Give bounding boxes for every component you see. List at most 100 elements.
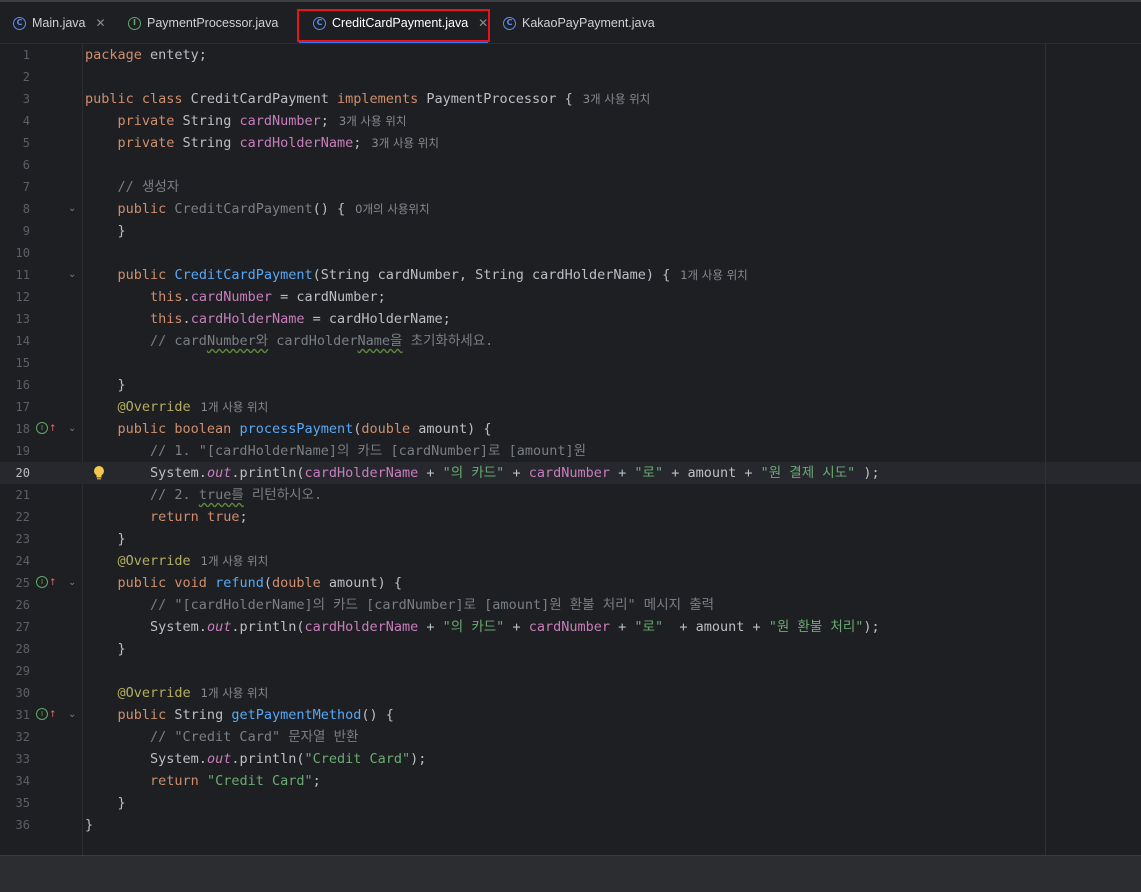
- keyword: public class: [85, 91, 183, 107]
- line-number[interactable]: 33: [0, 748, 30, 770]
- fold-chevron-icon[interactable]: ⌄: [68, 704, 76, 726]
- code-text: }: [117, 641, 126, 657]
- line-number[interactable]: 21: [0, 484, 30, 506]
- comment: cardHolder: [268, 333, 358, 349]
- comment: // card: [150, 333, 207, 349]
- right-margin-guide: [1045, 44, 1046, 855]
- line-number[interactable]: 3: [0, 88, 30, 110]
- line-number[interactable]: 17: [0, 396, 30, 418]
- code-text: );: [410, 751, 427, 767]
- line-number[interactable]: 20: [0, 462, 30, 484]
- line-number[interactable]: 34: [0, 770, 30, 792]
- line-number[interactable]: 35: [0, 792, 30, 814]
- code-text: .: [182, 311, 191, 327]
- usage-hint[interactable]: 1개 사용 위치: [201, 554, 269, 568]
- line-number[interactable]: 16: [0, 374, 30, 396]
- method-name: CreditCardPayment: [174, 267, 313, 283]
- code-text: }: [117, 377, 126, 393]
- code-text: + amount +: [663, 465, 761, 481]
- code-line-34: return "Credit Card";: [85, 770, 321, 792]
- line-number[interactable]: 9: [0, 220, 30, 242]
- line-number[interactable]: 30: [0, 682, 30, 704]
- line-number[interactable]: 13: [0, 308, 30, 330]
- usage-hint[interactable]: 3개 사용 위치: [371, 136, 439, 150]
- code-text: +: [504, 465, 529, 481]
- class-icon: C: [313, 16, 326, 30]
- line-number[interactable]: 5: [0, 132, 30, 154]
- fold-chevron-icon[interactable]: ⌄: [68, 418, 76, 440]
- code-text: (String cardNumber, String cardHolderNam…: [312, 267, 671, 283]
- typo-underlined: Name을: [357, 333, 403, 349]
- line-number[interactable]: 12: [0, 286, 30, 308]
- line-number[interactable]: 4: [0, 110, 30, 132]
- line-number[interactable]: 27: [0, 616, 30, 638]
- line-number[interactable]: 2: [0, 66, 30, 88]
- usage-hint[interactable]: 3개 사용 위치: [583, 92, 651, 106]
- close-icon[interactable]: ✕: [96, 16, 106, 30]
- code-text: = cardHolderName;: [304, 311, 451, 327]
- line-number[interactable]: 29: [0, 660, 30, 682]
- field: cardNumber: [528, 465, 610, 481]
- code-text: .println(: [231, 465, 305, 481]
- line-number[interactable]: 31: [0, 704, 30, 726]
- code-line-21: // 2. true를 리턴하시오.: [85, 484, 322, 506]
- keyword: this: [150, 311, 183, 327]
- line-number[interactable]: 32: [0, 726, 30, 748]
- keyword: public: [117, 201, 167, 217]
- implements-method-icon[interactable]: I ↑: [36, 704, 57, 726]
- line-number[interactable]: 28: [0, 638, 30, 660]
- line-number[interactable]: 14: [0, 330, 30, 352]
- type: String: [174, 135, 240, 151]
- code-line-16: }: [85, 374, 126, 396]
- line-number[interactable]: 25: [0, 572, 30, 594]
- tab-credit-card-payment-java[interactable]: C CreditCardPayment.java ✕: [313, 2, 488, 44]
- code-line-11: public CreditCardPayment(String cardNumb…: [85, 264, 748, 286]
- line-number[interactable]: 24: [0, 550, 30, 572]
- tab-main-java[interactable]: C Main.java ✕: [13, 2, 106, 44]
- field: cardHolderName: [190, 311, 305, 327]
- line-number[interactable]: 11: [0, 264, 30, 286]
- code-line-9: }: [85, 220, 126, 242]
- line-number[interactable]: 22: [0, 506, 30, 528]
- usage-hint[interactable]: 1개 사용 위치: [680, 268, 748, 282]
- code-text: System.: [150, 465, 207, 481]
- method-name: getPaymentMethod: [231, 707, 362, 723]
- line-number[interactable]: 15: [0, 352, 30, 374]
- fold-chevron-icon[interactable]: ⌄: [68, 572, 76, 594]
- code-text: amount) {: [410, 421, 492, 437]
- usage-hint[interactable]: 3개 사용 위치: [339, 114, 407, 128]
- line-number[interactable]: 18: [0, 418, 30, 440]
- keyword: this: [150, 289, 183, 305]
- implements-method-icon[interactable]: I ↑: [36, 572, 57, 594]
- usage-hint[interactable]: 1개 사용 위치: [201, 400, 269, 414]
- string: "로": [634, 619, 664, 635]
- fold-chevron-icon[interactable]: ⌄: [68, 264, 76, 286]
- close-icon[interactable]: ✕: [478, 16, 488, 30]
- code-line-12: this.cardNumber = cardNumber;: [85, 286, 386, 308]
- usage-hint[interactable]: 0개의 사용위치: [355, 202, 429, 216]
- field: cardHolderName: [304, 619, 419, 635]
- tab-kakao-pay-payment-java[interactable]: C KakaoPayPayment.java: [503, 2, 655, 44]
- tab-payment-processor-java[interactable]: I PaymentProcessor.java: [128, 2, 278, 44]
- line-number[interactable]: 26: [0, 594, 30, 616]
- line-number[interactable]: 10: [0, 242, 30, 264]
- code-line-33: System.out.println("Credit Card");: [85, 748, 426, 770]
- line-number[interactable]: 23: [0, 528, 30, 550]
- usage-hint[interactable]: 1개 사용 위치: [201, 686, 269, 700]
- line-number[interactable]: 8: [0, 198, 30, 220]
- line-number[interactable]: 36: [0, 814, 30, 836]
- code-line-36: }: [85, 814, 93, 836]
- fold-chevron-icon[interactable]: ⌄: [68, 198, 76, 220]
- code-text: () {: [312, 201, 346, 217]
- code-line-20: System.out.println(cardHolderName + "의 카…: [85, 462, 880, 484]
- line-number[interactable]: 7: [0, 176, 30, 198]
- line-number[interactable]: 1: [0, 44, 30, 66]
- code-text: );: [855, 465, 880, 481]
- line-number[interactable]: 19: [0, 440, 30, 462]
- line-number[interactable]: 6: [0, 154, 30, 176]
- static-field: out: [206, 619, 232, 635]
- implements-method-icon[interactable]: I ↑: [36, 418, 57, 440]
- code-text: ;: [320, 113, 329, 129]
- field: cardNumber: [528, 619, 610, 635]
- code-line-7: // 생성자: [85, 176, 180, 198]
